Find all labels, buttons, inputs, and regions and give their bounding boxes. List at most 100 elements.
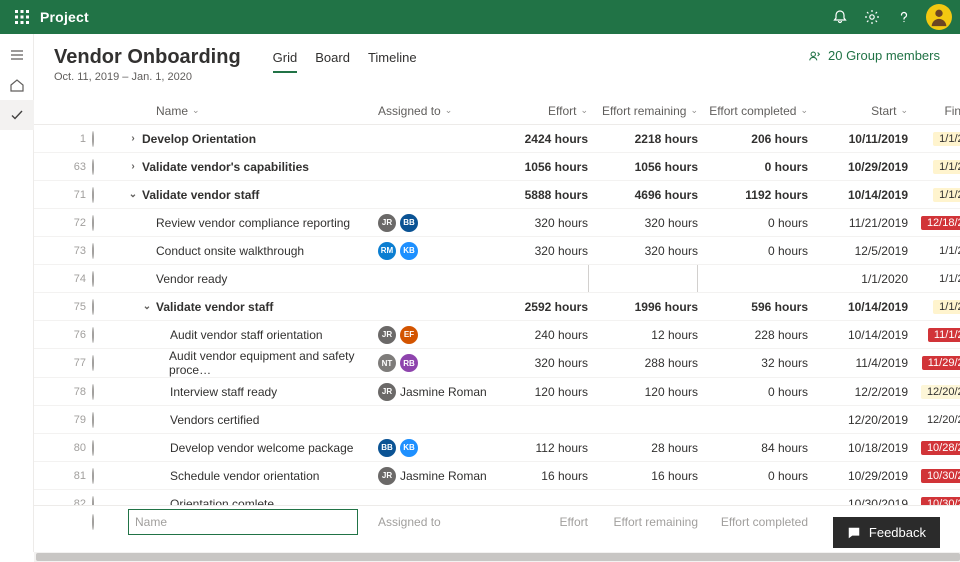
tab-grid[interactable]: Grid <box>273 50 298 73</box>
task-select-radio[interactable] <box>92 299 94 315</box>
task-select-radio[interactable] <box>92 412 94 428</box>
task-select-radio[interactable] <box>92 327 94 343</box>
table-row[interactable]: 75⌄Validate vendor staff2592 hours1996 h… <box>34 293 960 321</box>
assigned-cell[interactable]: BBKB <box>378 439 498 457</box>
finish-cell: 1/1/2020 <box>908 244 960 258</box>
assignee-name: Jasmine Roman <box>400 469 487 483</box>
settings-icon[interactable] <box>856 1 888 33</box>
task-select-radio[interactable] <box>92 496 94 506</box>
tab-board[interactable]: Board <box>315 50 350 73</box>
completed-cell: 206 hours <box>698 132 808 146</box>
finish-cell: 1/1/2020 <box>908 188 960 202</box>
content-area: Vendor Onboarding Oct. 11, 2019 – Jan. 1… <box>34 34 960 552</box>
feedback-label: Feedback <box>869 525 926 540</box>
finish-date: 12/18/2019 <box>921 216 960 230</box>
col-assigned[interactable]: Assigned to⌄ <box>378 104 498 118</box>
start-cell: 12/20/2019 <box>808 413 908 427</box>
remaining-cell: 1996 hours <box>588 300 698 314</box>
table-row[interactable]: 71⌄Validate vendor staff5888 hours4696 h… <box>34 181 960 209</box>
task-select-radio[interactable] <box>92 355 94 371</box>
task-select-radio[interactable] <box>92 159 94 175</box>
task-select-radio[interactable] <box>92 215 94 231</box>
table-row[interactable]: 72Review vendor compliance reportingJRBB… <box>34 209 960 237</box>
table-row[interactable]: 82Orientation comlete10/30/201910/30/201… <box>34 490 960 505</box>
horizontal-scrollbar[interactable] <box>34 552 960 562</box>
table-row[interactable]: 80Develop vendor welcome packageBBKB112 … <box>34 434 960 462</box>
finish-date: 1/1/2020 <box>933 300 960 314</box>
task-select-radio[interactable] <box>92 131 94 147</box>
assignee-avatar: JR <box>378 467 396 485</box>
col-completed[interactable]: Effort completed⌄ <box>698 104 808 118</box>
ph-completed: Effort completed <box>698 515 808 529</box>
table-row[interactable]: 1›Develop Orientation2424 hours2218 hour… <box>34 125 960 153</box>
assigned-cell[interactable]: JR Jasmine Roman <box>378 467 498 485</box>
table-row[interactable]: 79Vendors certified12/20/201912/20/2019 <box>34 406 960 434</box>
home-icon[interactable] <box>0 70 34 100</box>
assigned-cell[interactable]: RMKB <box>378 242 498 260</box>
col-start[interactable]: Start⌄ <box>808 104 908 118</box>
app-launcher-icon[interactable] <box>8 3 36 31</box>
assigned-cell[interactable]: JRJasmine Roman <box>378 383 498 401</box>
remaining-cell: 120 hours <box>588 385 698 399</box>
task-select-radio[interactable] <box>92 468 94 484</box>
remaining-cell: 320 hours <box>588 216 698 230</box>
completed-cell: 228 hours <box>698 328 808 342</box>
col-finish[interactable]: Finish⌄ <box>908 104 960 118</box>
table-row[interactable]: 78Interview staff readyJRJasmine Roman12… <box>34 378 960 406</box>
assigned-cell[interactable]: JREF <box>378 326 498 344</box>
caret-right-icon[interactable]: › <box>128 161 138 172</box>
effort-cell: 320 hours <box>498 216 588 230</box>
effort-cell: 320 hours <box>498 244 588 258</box>
table-row[interactable]: 63›Validate vendor's capabilities1056 ho… <box>34 153 960 181</box>
user-avatar[interactable] <box>926 4 952 30</box>
group-members-link[interactable]: 20 Group members <box>808 46 940 63</box>
effort-cell: 120 hours <box>498 385 588 399</box>
task-name: Interview staff ready <box>170 385 277 399</box>
col-remaining[interactable]: Effort remaining⌄ <box>588 104 698 118</box>
effort-cell: 320 hours <box>498 356 588 370</box>
finish-date: 10/30/2019 <box>921 469 960 483</box>
task-select-radio[interactable] <box>92 271 94 287</box>
tab-timeline[interactable]: Timeline <box>368 50 417 73</box>
caret-down-icon[interactable]: ⌄ <box>128 189 138 200</box>
start-cell: 10/29/2019 <box>808 160 908 174</box>
caret-down-icon[interactable]: ⌄ <box>142 301 152 312</box>
start-cell: 10/29/2019 <box>808 469 908 483</box>
col-name[interactable]: Name⌄ <box>128 104 378 118</box>
table-row[interactable]: 76Audit vendor staff orientationJREF240 … <box>34 321 960 349</box>
table-row[interactable]: 74Vendor ready1/1/20201/1/2020 <box>34 265 960 293</box>
col-effort[interactable]: Effort⌄ <box>498 104 588 118</box>
task-name: Vendors certified <box>170 413 259 427</box>
app-name: Project <box>40 9 89 25</box>
menu-icon[interactable] <box>0 40 34 70</box>
help-icon[interactable] <box>888 1 920 33</box>
completed-cell: 84 hours <box>698 441 808 455</box>
chevron-down-icon: ⌄ <box>580 105 588 116</box>
assignee-avatar: NT <box>378 354 396 372</box>
new-task-name-input[interactable] <box>128 509 358 535</box>
grid-header: Name⌄ Assigned to⌄ Effort⌄ Effort remain… <box>34 97 960 125</box>
assigned-cell[interactable]: NTRB <box>378 354 498 372</box>
task-select-radio[interactable] <box>92 514 94 530</box>
task-select-radio[interactable] <box>92 243 94 259</box>
table-row[interactable]: 73Conduct onsite walkthroughRMKB320 hour… <box>34 237 960 265</box>
caret-right-icon[interactable]: › <box>128 133 138 144</box>
task-name: Conduct onsite walkthrough <box>156 244 304 258</box>
remaining-cell: 288 hours <box>588 356 698 370</box>
task-name: Vendor ready <box>156 272 227 286</box>
task-select-radio[interactable] <box>92 187 94 203</box>
assigned-cell[interactable]: JRBB <box>378 214 498 232</box>
task-select-radio[interactable] <box>92 384 94 400</box>
start-cell: 11/21/2019 <box>808 216 908 230</box>
notifications-icon[interactable] <box>824 1 856 33</box>
row-number: 74 <box>42 273 92 285</box>
start-cell: 10/18/2019 <box>808 441 908 455</box>
finish-date: 12/20/2019 <box>921 413 960 427</box>
feedback-button[interactable]: Feedback <box>833 517 940 548</box>
task-select-radio[interactable] <box>92 440 94 456</box>
checkmark-icon[interactable] <box>0 100 34 130</box>
table-row[interactable]: 77Audit vendor equipment and safety proc… <box>34 349 960 378</box>
finish-cell: 1/1/2020 <box>908 160 960 174</box>
start-cell: 10/30/2019 <box>808 497 908 506</box>
table-row[interactable]: 81Schedule vendor orientationJRJasmine R… <box>34 462 960 490</box>
